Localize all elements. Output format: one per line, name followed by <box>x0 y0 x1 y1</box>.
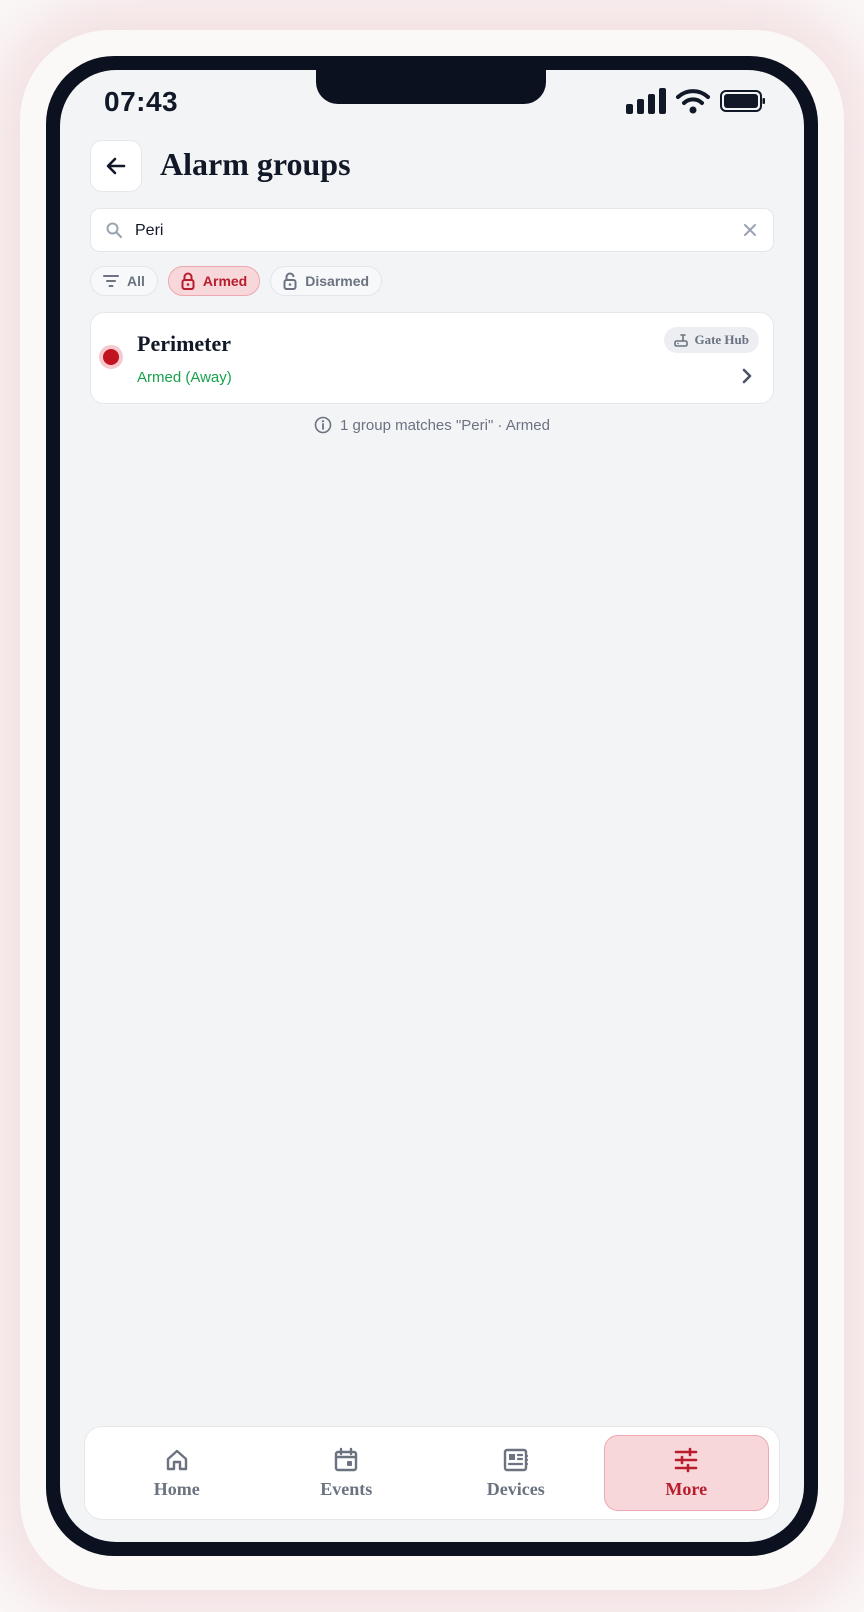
status-dot <box>103 349 119 365</box>
app-screen: 07:43 Alarm groups Peri All Armed Disarm… <box>60 70 804 1542</box>
search-input[interactable] <box>133 217 717 245</box>
sliders-icon <box>674 1447 698 1472</box>
tab-devices[interactable]: Devices <box>434 1435 598 1511</box>
page-title: Alarm groups <box>160 146 351 182</box>
tab-events[interactable]: Events <box>265 1435 429 1511</box>
filter-chip-armed[interactable]: Armed <box>167 266 261 296</box>
filter-chip-label: Armed <box>202 273 248 289</box>
devices-icon <box>503 1448 528 1471</box>
hub-badge: Gate Hub <box>664 327 759 353</box>
filter-chip-disarmed[interactable]: Disarmed <box>270 266 383 296</box>
group-name: Perimeter <box>137 331 232 356</box>
search-field[interactable] <box>90 208 774 252</box>
wifi-icon <box>676 89 710 114</box>
clear-icon[interactable] <box>741 221 759 239</box>
bottom-tab-bar: Home Events Devices More <box>84 1426 780 1520</box>
chevron-right-icon <box>742 368 752 384</box>
arrow-left-icon <box>106 157 126 175</box>
filter-icon <box>103 275 119 287</box>
group-card-perimeter[interactable]: Perimeter Armed (Away) Gate Hub <box>90 312 774 404</box>
filter-chip-label: All <box>127 273 145 289</box>
hub-name: Gate Hub <box>694 332 749 347</box>
tab-more[interactable]: More <box>603 1435 769 1511</box>
notch <box>316 70 546 104</box>
tab-label: More <box>665 1478 708 1499</box>
calendar-icon <box>335 1447 358 1471</box>
home-icon <box>166 1449 187 1470</box>
back-button[interactable] <box>90 140 142 192</box>
results-summary: 1 group matches "Peri" · Armed <box>60 416 804 434</box>
status-icons <box>626 86 766 116</box>
lock-closed-icon <box>181 272 195 290</box>
filter-chip-label: Disarmed <box>305 273 370 289</box>
phone-frame: 07:43 Alarm groups Peri All Armed Disarm… <box>46 56 818 1556</box>
battery-icon <box>720 90 765 112</box>
summary-text: 1 group matches "Peri" · Armed <box>340 416 550 434</box>
tab-label: Events <box>320 1478 373 1499</box>
info-icon <box>314 416 332 434</box>
tab-home[interactable]: Home <box>95 1435 259 1511</box>
tab-label: Devices <box>486 1478 545 1499</box>
search-icon <box>106 222 123 239</box>
filter-chips: All Armed Disarmed <box>90 266 383 296</box>
signal-icon <box>626 88 666 114</box>
lock-open-icon <box>283 272 297 290</box>
status-time: 07:43 <box>104 86 179 117</box>
router-icon <box>674 334 689 347</box>
group-status: Armed (Away) <box>137 369 232 386</box>
filter-chip-all[interactable]: All <box>90 266 158 296</box>
tab-label: Home <box>153 1478 200 1499</box>
